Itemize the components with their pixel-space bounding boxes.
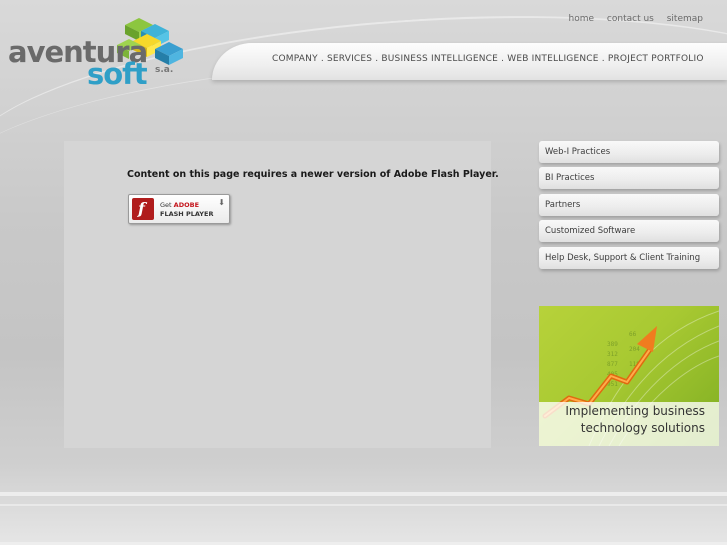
side-item-bi-practices[interactable]: BI Practices <box>539 167 719 190</box>
contact-us-link[interactable]: contact us <box>607 14 654 24</box>
company-logo[interactable]: aventura soft s.a. <box>8 15 193 91</box>
download-arrow-icon: ⬇ <box>218 198 225 207</box>
flash-logo-icon: f <box>132 198 154 220</box>
promo-banner[interactable]: 389 312 877 405 951 66 204 118 Implementing b… <box>539 306 719 446</box>
side-item-customized-software[interactable]: Customized Software <box>539 220 719 243</box>
svg-text:312: 312 <box>607 351 618 358</box>
top-links: home contact us sitemap <box>559 14 703 24</box>
home-link[interactable]: home <box>569 14 595 24</box>
content-panel: Content on this page requires a newer ve… <box>64 141 499 448</box>
svg-text:204: 204 <box>629 346 640 353</box>
side-menu: Web-I Practices BI Practices Partners Cu… <box>539 141 719 273</box>
logo-text-suffix: s.a. <box>155 65 174 75</box>
get-flash-player-button[interactable]: f Get ADOBE FLASH PLAYER ⬇ <box>128 194 230 224</box>
background-band <box>0 504 727 506</box>
svg-text:877: 877 <box>607 361 618 368</box>
main-nav-bar: COMPANY . SERVICES . BUSINESS INTELLIGEN… <box>212 43 727 80</box>
flash-required-message: Content on this page requires a newer ve… <box>127 169 499 180</box>
background-band <box>0 492 727 496</box>
svg-text:389: 389 <box>607 341 618 348</box>
main-nav-links[interactable]: COMPANY . SERVICES . BUSINESS INTELLIGEN… <box>272 54 704 64</box>
svg-text:66: 66 <box>629 331 637 338</box>
promo-text-line1: Implementing business <box>565 404 705 418</box>
promo-text-line2: technology solutions <box>580 421 705 435</box>
badge-line1: Get ADOBE <box>160 201 200 209</box>
badge-line2: FLASH PLAYER <box>160 210 214 218</box>
side-item-web-i-practices[interactable]: Web-I Practices <box>539 141 719 163</box>
side-item-help-desk[interactable]: Help Desk, Support & Client Training <box>539 246 719 269</box>
logo-text-soft: soft <box>87 57 148 91</box>
sitemap-link[interactable]: sitemap <box>667 14 703 24</box>
side-item-partners[interactable]: Partners <box>539 193 719 216</box>
